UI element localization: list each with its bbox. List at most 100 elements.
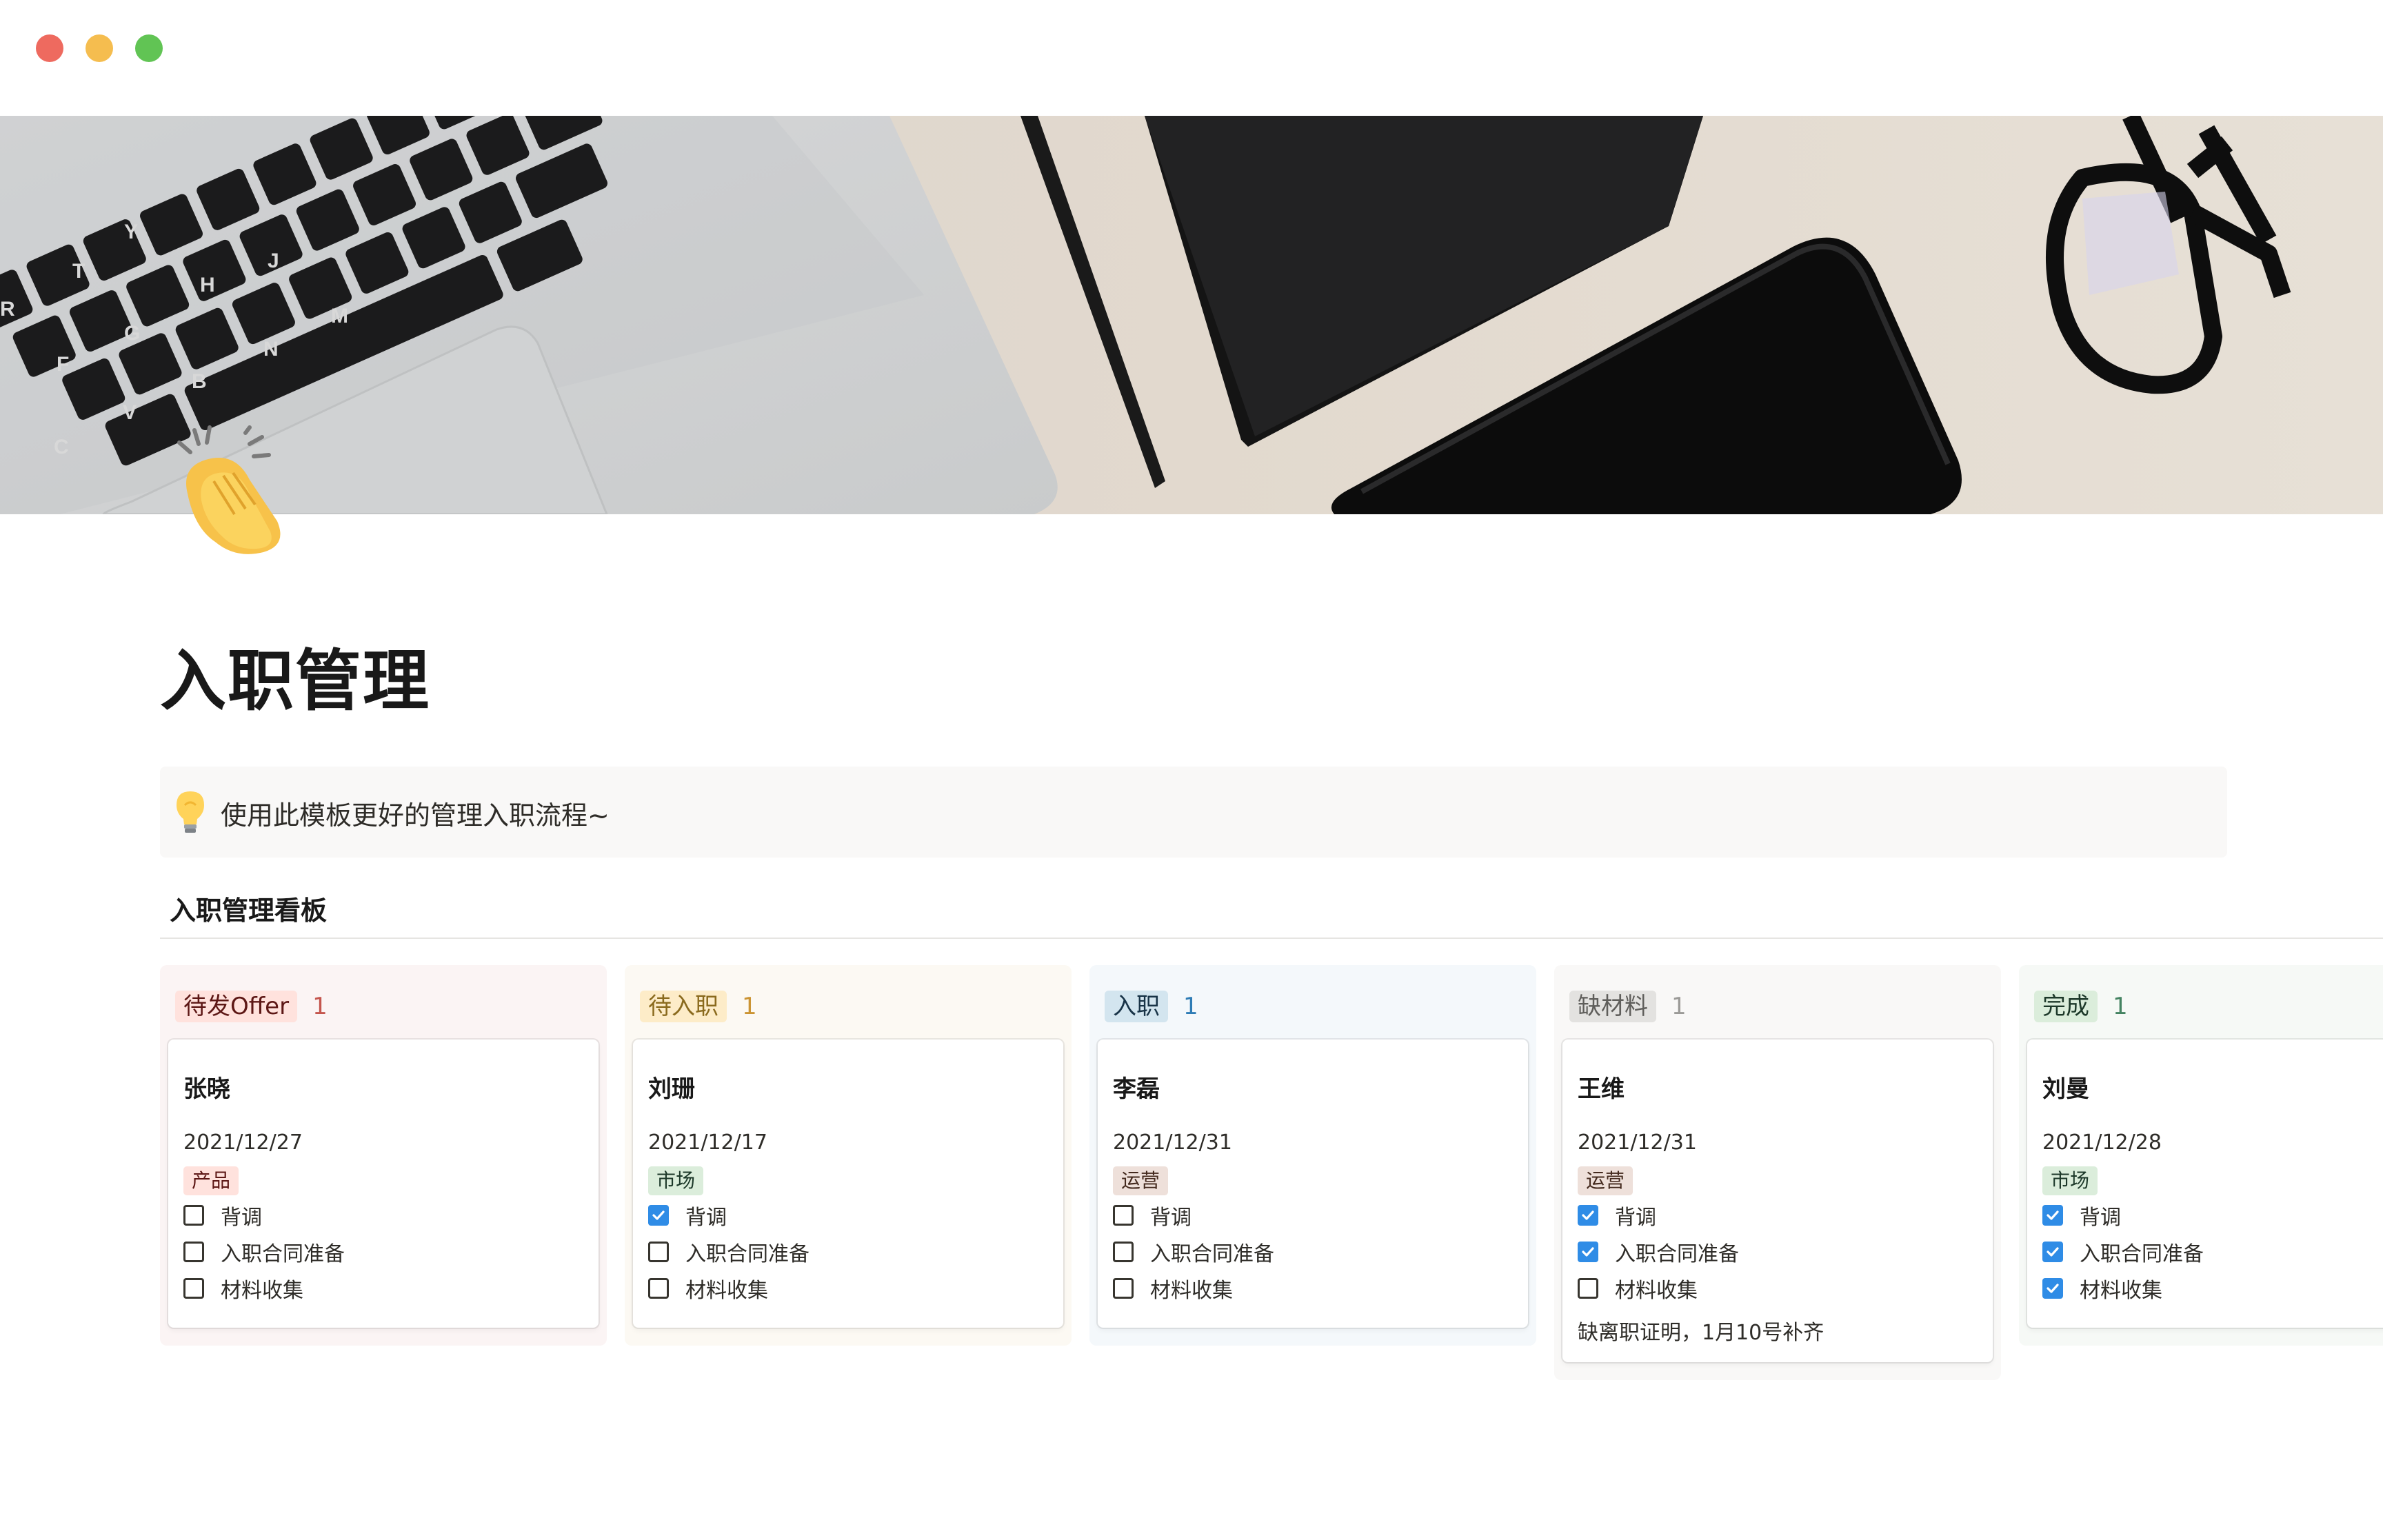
checkbox-checked[interactable] [2042,1242,2063,1262]
status-tag[interactable]: 入职 [1105,991,1168,1022]
window-titlebar [0,0,2383,116]
checklist-item: 背调 [1578,1201,1656,1230]
callout-block[interactable]: 使用此模板更好的管理入职流程~ [160,767,2227,858]
card-title: 王维 [1578,1075,1625,1103]
checklist-label: 入职合同准备 [1150,1242,1274,1266]
board-card[interactable]: 李磊 2021/12/31 运营 背调 入职合同准备 材料收集 [1098,1040,1528,1328]
column-header[interactable]: 缺材料 1 [1569,990,1687,1023]
card-note: 缺离职证明，1月10号补齐 [1578,1321,1824,1345]
checklist-item: 入职合同准备 [183,1237,345,1266]
checkbox-unchecked[interactable] [1113,1242,1134,1262]
checkbox-unchecked[interactable] [1578,1278,1598,1299]
checklist-item: 背调 [183,1201,262,1230]
checklist-label: 入职合同准备 [685,1242,810,1266]
checklist-item: 背调 [2042,1201,2121,1230]
light-bulb-icon [172,789,208,835]
board-card[interactable]: 刘曼 2021/12/28 市场背调入职合同准备材料收集 [2027,1040,2383,1328]
card-title: 李磊 [1113,1075,1160,1103]
column-header[interactable]: 完成 1 [2034,990,2128,1023]
checklist-label: 背调 [1615,1206,1656,1230]
checkbox-unchecked[interactable] [648,1242,669,1262]
checklist-item: 材料收集 [1113,1274,1233,1303]
svg-text:Y: Y [124,221,138,243]
checklist-item: 入职合同准备 [648,1237,810,1266]
card-date: 2021/12/31 [1578,1131,1697,1155]
board-divider [160,938,2383,939]
status-tag[interactable]: 待发Offer [175,991,298,1022]
checklist-label: 背调 [221,1206,262,1230]
department-tag: 运营 [1578,1166,1633,1195]
svg-text:C: C [54,436,69,458]
checkbox-unchecked[interactable] [183,1278,204,1299]
checkbox-unchecked[interactable] [1113,1205,1134,1226]
board-card[interactable]: 张晓 2021/12/27 产品背调入职合同准备材料收集 [168,1040,599,1328]
clapping-hands-icon[interactable] [160,418,298,556]
checkbox-checked[interactable] [2042,1278,2063,1299]
checklist-label: 材料收集 [685,1279,768,1303]
svg-text:N: N [263,338,279,361]
card-date: 2021/12/17 [648,1131,767,1155]
checklist-label: 入职合同准备 [1615,1242,1739,1266]
maximize-window-button[interactable] [135,34,163,62]
board-column: 待发Offer 1 张晓 2021/12/27 产品背调入职合同准备材料收集 [160,965,607,1346]
card-date: 2021/12/27 [183,1131,303,1155]
card-title: 刘曼 [2042,1075,2089,1103]
checklist-label: 材料收集 [1150,1279,1233,1303]
card-title: 张晓 [183,1075,230,1103]
status-tag[interactable]: 待入职 [640,991,727,1022]
checkbox-checked[interactable] [2042,1205,2063,1226]
checklist-label: 背调 [2080,1206,2121,1230]
column-count: 1 [1671,993,1687,1020]
svg-text:T: T [72,260,85,283]
checkbox-checked[interactable] [1578,1242,1598,1262]
department-tag: 市场 [648,1166,704,1195]
checklist-item: 入职合同准备 [1113,1237,1274,1266]
checklist-label: 材料收集 [221,1279,303,1303]
checklist-item: 入职合同准备 [1578,1237,1739,1266]
board-column: 入职 1 李磊 2021/12/31 运营 背调 入职合同准备 材料收集 [1089,965,1536,1346]
column-count: 1 [1183,993,1198,1020]
callout-text[interactable]: 使用此模板更好的管理入职流程~ [221,794,610,832]
checklist-label: 背调 [685,1206,727,1230]
checklist-item: 材料收集 [1578,1274,1698,1303]
svg-text:J: J [268,250,279,272]
card-date: 2021/12/28 [2042,1131,2162,1155]
checklist-label: 入职合同准备 [2080,1242,2204,1266]
column-header[interactable]: 待发Offer 1 [175,990,328,1023]
checkbox-unchecked[interactable] [1113,1278,1134,1299]
svg-text:H: H [200,274,215,296]
column-header[interactable]: 待入职 1 [640,990,757,1023]
board-view-title[interactable]: 入职管理看板 [170,889,327,927]
board-card[interactable]: 刘珊 2021/12/17 市场背调入职合同准备 材料收集 [633,1040,1063,1328]
svg-text:V: V [123,401,137,424]
card-title: 刘珊 [648,1075,695,1103]
department-tag: 市场 [2042,1166,2098,1195]
checkbox-checked[interactable] [1578,1205,1598,1226]
column-count: 1 [312,993,328,1020]
board-column: 完成 1 刘曼 2021/12/28 市场背调入职合同准备材料收集 [2019,965,2383,1346]
board-column: 缺材料 1 王维 2021/12/31 运营背调入职合同准备 材料收集缺离职证明，1月10… [1554,965,2001,1380]
page-title[interactable]: 入职管理 [160,627,430,723]
board-column: 待入职 1 刘珊 2021/12/17 市场背调入职合同准备 材料收集 [625,965,1072,1346]
checkbox-checked[interactable] [648,1205,669,1226]
checkbox-unchecked[interactable] [183,1242,204,1262]
column-header[interactable]: 入职 1 [1105,990,1198,1023]
status-tag[interactable]: 缺材料 [1569,991,1656,1022]
checklist-label: 材料收集 [1615,1279,1698,1303]
checklist-item: 材料收集 [183,1274,303,1303]
svg-text:R: R [0,298,15,321]
minimize-window-button[interactable] [86,34,113,62]
checkbox-unchecked[interactable] [183,1205,204,1226]
department-tag: 产品 [183,1166,239,1195]
close-window-button[interactable] [36,34,63,62]
svg-text:B: B [192,370,207,393]
department-tag: 运营 [1113,1166,1169,1195]
svg-text:M: M [331,305,348,327]
checklist-item: 材料收集 [2042,1274,2162,1303]
board-card[interactable]: 王维 2021/12/31 运营背调入职合同准备 材料收集缺离职证明，1月10号补齐 [1562,1040,1993,1362]
status-tag[interactable]: 完成 [2034,991,2098,1022]
page-cover-image[interactable]: T Y H J G F M N B V C R [0,116,2383,514]
checklist-item: 背调 [1113,1201,1192,1230]
checkbox-unchecked[interactable] [648,1278,669,1299]
checklist-item: 背调 [648,1201,727,1230]
